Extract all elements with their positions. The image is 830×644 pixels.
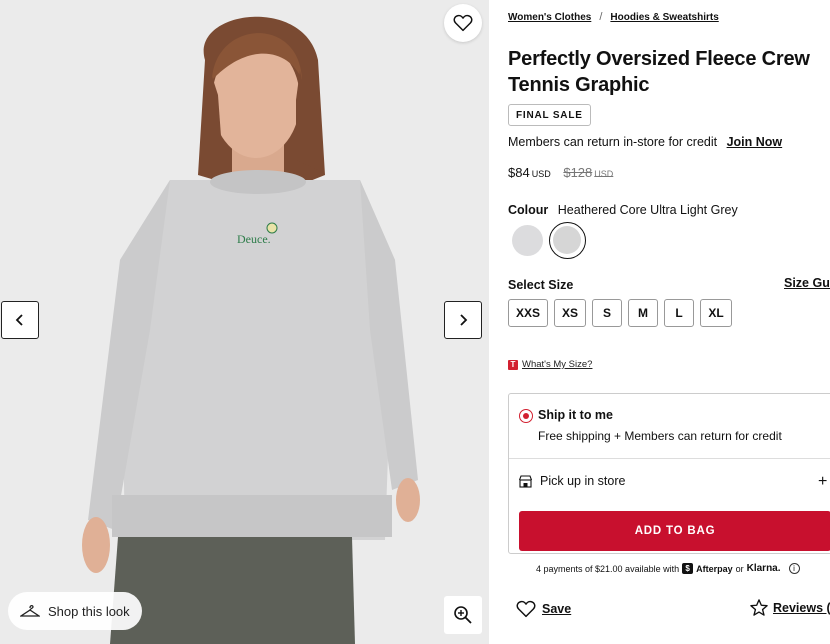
breadcrumb: Women's Clothes / Hoodies & Sweatshirts <box>508 11 719 23</box>
expand-pickup-icon[interactable]: + <box>818 473 827 491</box>
heart-outline-icon <box>516 600 536 618</box>
print-graphic: Deuce. <box>237 232 271 246</box>
zoom-in-icon <box>454 606 472 624</box>
breadcrumb-separator: / <box>599 11 603 23</box>
product-title: Perfectly Oversized Fleece Crew Tennis G… <box>508 48 810 96</box>
final-sale-badge: FINAL SALE <box>508 104 591 126</box>
product-image-gallery: Deuce. Shop this look <box>0 0 489 644</box>
whats-my-size-link[interactable]: What's My Size? <box>522 359 592 370</box>
size-s-button[interactable]: S <box>592 299 622 327</box>
true-fit-icon: T <box>508 359 518 370</box>
reviews-label: Reviews (1 <box>773 600 830 615</box>
current-price: $84 <box>508 165 530 180</box>
shop-this-look-button[interactable]: Shop this look <box>8 592 142 630</box>
colour-value: Heathered Core Ultra Light Grey <box>557 203 738 217</box>
original-price-value: $128 <box>563 165 593 180</box>
size-guide-link[interactable]: Size Guid <box>784 276 830 290</box>
product-details-panel: Women's Clothes / Hoodies & Sweatshirts … <box>508 0 830 644</box>
members-return-info: Members can return in-store for credit J… <box>508 135 782 149</box>
next-image-button[interactable] <box>444 301 482 339</box>
delivery-options: Ship it to me Free shipping + Members ca… <box>508 393 830 554</box>
wishlist-button[interactable] <box>444 4 482 42</box>
original-price-currency: USD <box>594 169 614 179</box>
select-size-label: Select Size <box>508 278 574 292</box>
colour-label: Colour <box>508 203 549 217</box>
reviews-link[interactable]: Reviews (1 <box>750 599 830 616</box>
original-price: $128 USD <box>563 165 613 180</box>
info-icon[interactable]: i <box>788 563 800 574</box>
save-button[interactable]: Save <box>516 600 571 618</box>
ship-radio-selected[interactable] <box>519 409 533 423</box>
product-photo: Deuce. <box>0 0 489 644</box>
join-now-link[interactable]: Join Now <box>727 135 783 149</box>
ship-subtitle: Free shipping + Members can return for c… <box>538 429 782 443</box>
shop-this-look-label: Shop this look <box>48 603 130 619</box>
members-return-text: Members can return in-store for credit <box>508 135 718 149</box>
colour-swatch-selected[interactable] <box>549 222 586 259</box>
payments-text: 4 payments of $21.00 available with <box>536 563 680 574</box>
previous-image-button[interactable] <box>1 301 39 339</box>
size-xl-button[interactable]: XL <box>700 299 732 327</box>
add-to-bag-button[interactable]: ADD TO BAG <box>519 511 830 551</box>
size-l-button[interactable]: L <box>664 299 694 327</box>
size-xs-button[interactable]: XS <box>554 299 586 327</box>
size-options: XXS XS S M L XL <box>508 299 732 327</box>
installment-payments-info: 4 payments of $21.00 available with $ Af… <box>536 563 800 574</box>
price: $84 USD $128 USD <box>508 165 613 180</box>
whats-my-size: T What's My Size? <box>508 359 592 370</box>
current-price-currency: USD <box>531 169 551 179</box>
star-icon <box>750 599 768 616</box>
size-xxs-button[interactable]: XXS <box>508 299 548 327</box>
chevron-left-icon <box>15 314 23 326</box>
colour-swatch-light-grey[interactable] <box>512 225 543 256</box>
save-label: Save <box>542 602 572 616</box>
pickup-label: Pick up in store <box>540 474 626 488</box>
hanger-icon <box>20 604 40 617</box>
klarna-label: Klarna. <box>746 563 781 574</box>
colour-selection: Colour Heathered Core Ultra Light Grey <box>508 203 738 217</box>
zoom-button[interactable] <box>444 596 482 634</box>
breadcrumb-hoodies-sweatshirts[interactable]: Hoodies & Sweatshirts <box>610 12 718 23</box>
afterpay-icon: $ <box>682 563 694 574</box>
heart-icon <box>453 14 473 32</box>
divider <box>509 458 830 459</box>
size-m-button[interactable]: M <box>628 299 658 327</box>
pickup-in-store-option[interactable]: Pick up in store <box>519 474 625 488</box>
ship-title: Ship it to me <box>538 408 613 422</box>
payments-or: or <box>735 563 744 574</box>
chevron-right-icon <box>460 314 468 326</box>
afterpay-label: Afterpay <box>696 563 733 574</box>
breadcrumb-womens-clothes[interactable]: Women's Clothes <box>508 12 591 23</box>
store-icon <box>519 474 532 488</box>
